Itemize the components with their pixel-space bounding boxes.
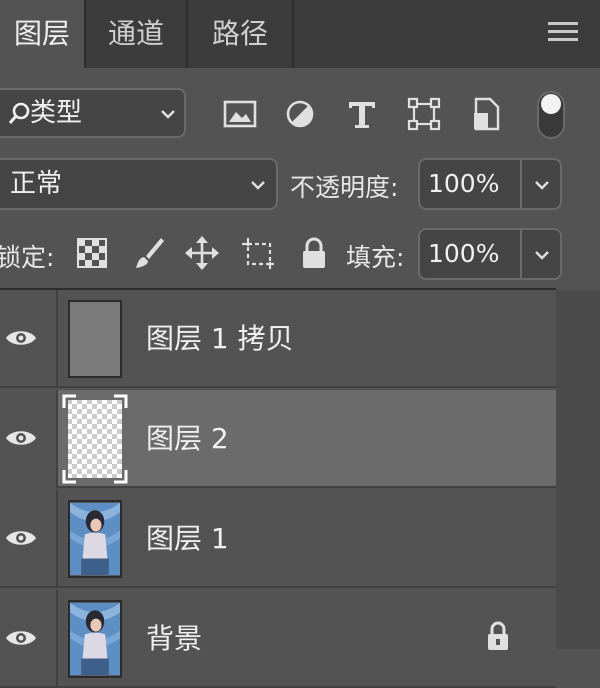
panel-tab-bar: 图层 通道 路径 xyxy=(0,0,600,68)
opacity-label: 不透明度: xyxy=(290,173,399,202)
layer-thumbnail xyxy=(68,300,122,378)
lock-label: 锁定: xyxy=(0,243,55,272)
smart-object-icon[interactable] xyxy=(468,96,504,132)
blend-mode-select[interactable]: 正常 xyxy=(0,158,278,210)
eye-icon[interactable] xyxy=(4,526,38,550)
visibility-toggle[interactable] xyxy=(0,390,58,488)
layer-row[interactable]: 背景 xyxy=(0,590,556,688)
opacity-input[interactable]: 100% xyxy=(418,158,562,210)
artboard-icon[interactable] xyxy=(240,234,276,272)
magnifier-icon xyxy=(8,102,30,124)
adjustment-icon[interactable] xyxy=(282,96,318,132)
eye-icon[interactable] xyxy=(4,326,38,350)
type-icon[interactable] xyxy=(344,96,380,132)
layer-row[interactable]: 图层 1 拷贝 xyxy=(0,290,556,388)
chevron-down-icon xyxy=(161,110,175,119)
toggle-icon[interactable] xyxy=(536,90,566,140)
lock-icon[interactable] xyxy=(296,234,332,272)
blend-mode-value: 正常 xyxy=(10,169,63,199)
layer-name[interactable]: 图层 1 拷贝 xyxy=(146,290,294,388)
image-icon[interactable] xyxy=(222,96,258,132)
fill-label: 填充: xyxy=(346,243,405,272)
layer-row[interactable]: 图层 2 xyxy=(0,390,556,488)
shape-icon[interactable] xyxy=(406,96,442,132)
visibility-toggle[interactable] xyxy=(0,590,58,688)
filter-kind-label: 类型 xyxy=(30,98,83,128)
tab-divider xyxy=(292,0,294,68)
photo-thumbnail xyxy=(68,500,122,578)
hamburger-menu-icon[interactable] xyxy=(548,22,578,44)
checkerboard-icon[interactable] xyxy=(74,234,110,272)
layer-thumbnail xyxy=(62,394,128,484)
tab-paths[interactable]: 路径 xyxy=(188,0,292,68)
visibility-toggle[interactable] xyxy=(0,490,58,588)
scrollbar-track[interactable] xyxy=(556,290,600,649)
layer-name[interactable]: 图层 1 xyxy=(146,490,229,588)
chevron-down-icon[interactable] xyxy=(532,175,552,195)
eye-icon[interactable] xyxy=(4,426,38,450)
layer-name[interactable]: 图层 2 xyxy=(146,390,229,488)
tab-channels[interactable]: 通道 xyxy=(86,0,186,68)
brush-icon[interactable] xyxy=(130,234,166,272)
chevron-down-icon[interactable] xyxy=(532,245,552,265)
layer-row[interactable]: 图层 1 xyxy=(0,490,556,588)
divider xyxy=(520,230,522,278)
layer-name[interactable]: 背景 xyxy=(146,590,202,688)
move-icon[interactable] xyxy=(184,234,220,272)
filter-kind-select[interactable]: 类型 xyxy=(0,88,186,138)
chevron-down-icon xyxy=(251,181,265,190)
photo-thumbnail xyxy=(68,600,122,678)
fill-input[interactable]: 100% xyxy=(418,228,562,280)
tab-layers[interactable]: 图层 xyxy=(0,0,84,68)
visibility-toggle[interactable] xyxy=(0,290,58,388)
divider xyxy=(520,160,522,208)
eye-icon[interactable] xyxy=(4,626,38,650)
opacity-value: 100% xyxy=(428,169,500,198)
fill-value: 100% xyxy=(428,239,500,268)
